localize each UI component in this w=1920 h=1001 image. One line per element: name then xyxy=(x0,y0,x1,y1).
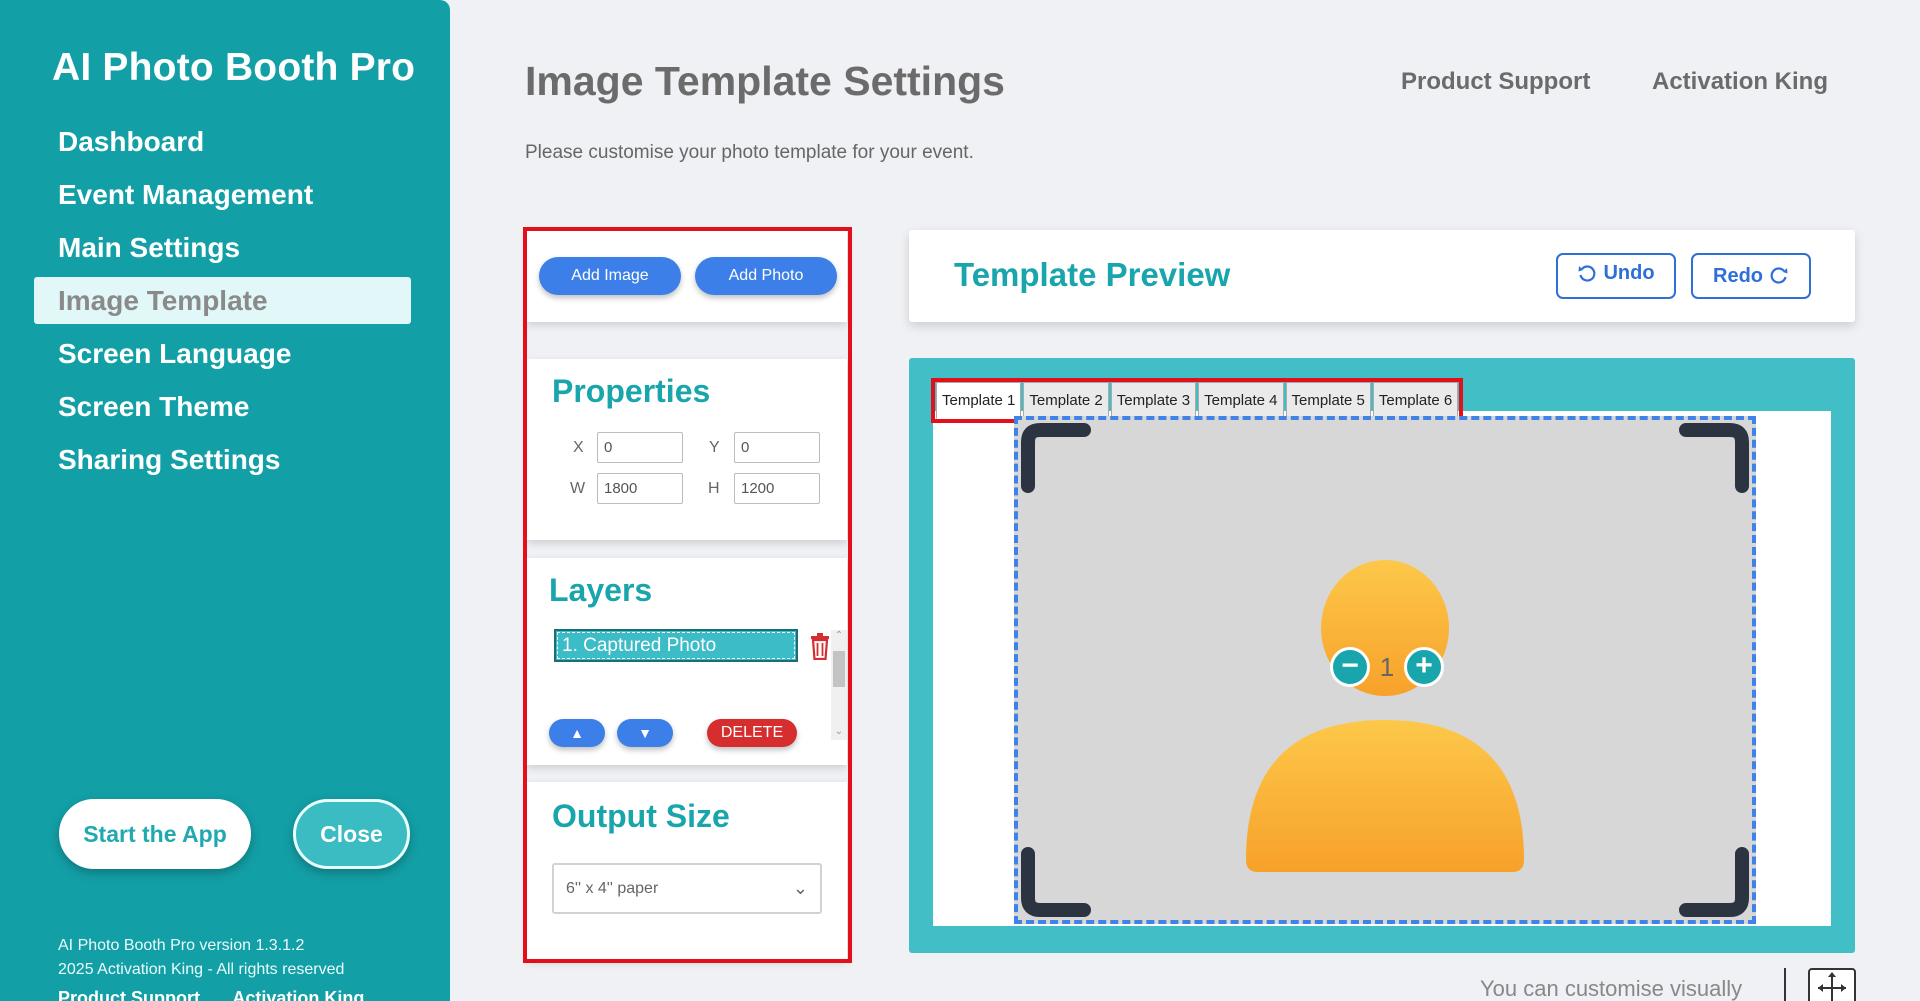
start-app-button[interactable]: Start the App xyxy=(59,799,251,869)
copyright-text: 2025 Activation King - All rights reserv… xyxy=(58,961,345,978)
sidebar-item-dashboard[interactable]: Dashboard xyxy=(34,118,411,165)
layer-zoom-control: − 1 + xyxy=(1330,647,1444,687)
crop-corner-bottom-right-icon xyxy=(1679,847,1749,917)
footer-link-activation-king[interactable]: Activation King xyxy=(232,988,364,1001)
footer-links: Product Support Activation King xyxy=(58,988,392,1001)
sidebar-item-main-settings[interactable]: Main Settings xyxy=(34,224,411,271)
move-arrows-icon xyxy=(1818,972,1846,1001)
template-preview-frame: Template 1 Template 2 Template 3 Templat… xyxy=(909,358,1855,953)
person-placeholder-icon xyxy=(1246,560,1524,872)
sidebar-item-screen-language[interactable]: Screen Language xyxy=(34,330,411,377)
activation-king-link[interactable]: Activation King xyxy=(1652,68,1828,96)
undo-label: Undo xyxy=(1603,262,1655,285)
captured-photo-layer[interactable]: − 1 + xyxy=(1014,416,1756,924)
page-title: Image Template Settings xyxy=(525,58,1005,104)
move-mode-button[interactable] xyxy=(1808,968,1856,1001)
redo-icon xyxy=(1770,267,1788,284)
template-preview-title: Template Preview xyxy=(954,256,1231,293)
zoom-in-button[interactable]: + xyxy=(1404,647,1444,687)
sidebar-item-event-management[interactable]: Event Management xyxy=(34,171,411,218)
sidebar-item-image-template[interactable]: Image Template xyxy=(34,277,411,324)
sidebar-nav: Dashboard Event Management Main Settings… xyxy=(34,118,411,489)
crop-corner-top-right-icon xyxy=(1679,423,1749,493)
left-panel-highlight xyxy=(523,227,852,963)
redo-button[interactable]: Redo xyxy=(1691,253,1811,299)
sidebar-footer: AI Photo Booth Pro version 1.3.1.2 2025 … xyxy=(58,934,344,982)
sidebar-item-screen-theme[interactable]: Screen Theme xyxy=(34,383,411,430)
footer-link-product-support[interactable]: Product Support xyxy=(58,988,200,1001)
sidebar-item-sharing-settings[interactable]: Sharing Settings xyxy=(34,436,411,483)
customise-hint: You can customise visually xyxy=(1480,976,1743,1001)
undo-icon xyxy=(1578,265,1596,282)
sidebar: AI Photo Booth Pro Dashboard Event Manag… xyxy=(0,0,450,1001)
redo-label: Redo xyxy=(1713,264,1763,287)
close-button[interactable]: Close xyxy=(293,799,410,869)
product-support-link[interactable]: Product Support xyxy=(1401,68,1590,96)
divider xyxy=(1784,968,1786,1001)
app-title: AI Photo Booth Pro xyxy=(52,46,416,89)
page-subtitle: Please customise your photo template for… xyxy=(525,142,974,163)
template-preview-header: Template Preview Undo Redo xyxy=(909,230,1855,322)
version-text: AI Photo Booth Pro version 1.3.1.2 xyxy=(58,937,305,954)
zoom-out-button[interactable]: − xyxy=(1330,647,1370,687)
crop-corner-bottom-left-icon xyxy=(1021,847,1091,917)
zoom-value: 1 xyxy=(1379,651,1395,682)
undo-button[interactable]: Undo xyxy=(1556,253,1676,299)
crop-corner-top-left-icon xyxy=(1021,423,1091,493)
